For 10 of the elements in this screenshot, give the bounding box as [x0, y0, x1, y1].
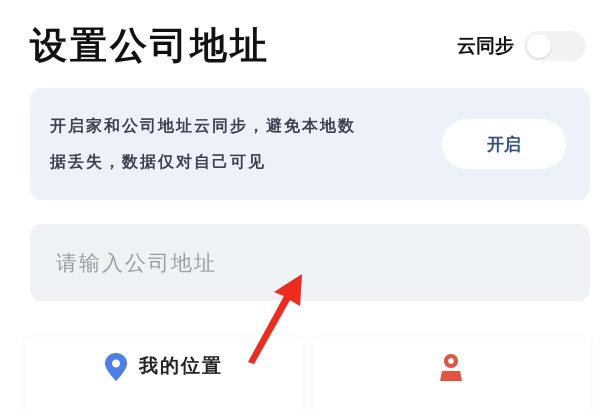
- location-pin-icon: [104, 353, 127, 381]
- enable-button[interactable]: 开启: [442, 119, 566, 169]
- sync-toggle[interactable]: [524, 31, 586, 61]
- address-field[interactable]: 请输入公司地址: [30, 224, 590, 301]
- sync-label: 云同步: [457, 34, 514, 59]
- banner-text: 开启家和公司地址云同步，避免本地数据丢失，数据仅对自己可见: [50, 115, 357, 173]
- location-option[interactable]: 我的位置: [25, 339, 302, 409]
- page-title: 设置公司地址: [30, 23, 270, 69]
- map-marker-icon: [440, 353, 462, 381]
- location-option[interactable]: [312, 339, 590, 409]
